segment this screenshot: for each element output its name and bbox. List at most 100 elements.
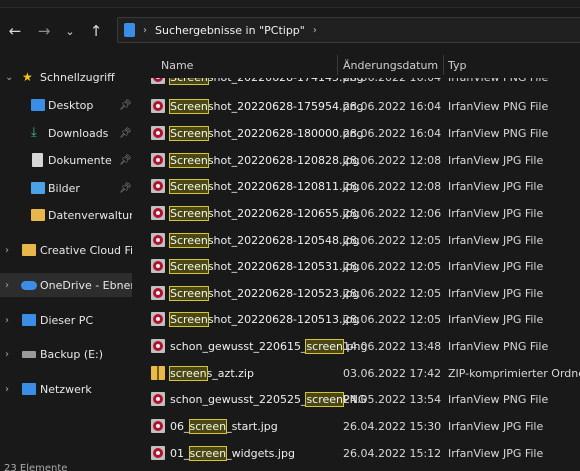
file-date: 28.06.2022 12:06 [343, 206, 442, 220]
file-type: IrfanView JPG File [448, 286, 544, 300]
image-file-icon [151, 206, 165, 220]
image-file-icon [151, 233, 165, 247]
file-name: Screenshot_20220628-120531.jpg [169, 258, 360, 274]
file-type: IrfanView PNG File [448, 339, 549, 353]
sidebar-item-label: Bilder [48, 181, 80, 195]
file-row[interactable]: schon_gewusst_220615_screen.png 14.06.202… [132, 333, 580, 359]
file-row[interactable]: Screenshot_20220628-120811.jpg 28.06.2022… [132, 173, 580, 199]
pin-icon[interactable]: 📌︎ [119, 128, 132, 139]
up-button[interactable]: ↑ [85, 20, 107, 42]
image-file-icon [151, 153, 165, 167]
file-name: Screenshot_20220628-120513.jpg [169, 311, 360, 327]
chevron-right-icon[interactable]: › [313, 25, 317, 36]
sidebar-item-network[interactable]: › Netzwerk [0, 377, 132, 401]
file-type: IrfanView JPG File [448, 312, 544, 326]
search-highlight: Screen [169, 152, 209, 168]
sidebar-item-documents[interactable]: Dokumente 📌︎ [0, 148, 132, 172]
folder-icon [31, 209, 45, 221]
document-icon [32, 153, 43, 167]
column-divider[interactable] [337, 55, 338, 75]
file-date: 28.06.2022 12:05 [343, 286, 442, 300]
file-date: 28.06.2022 12:08 [343, 153, 442, 167]
column-divider[interactable] [443, 55, 444, 75]
address-bar[interactable]: › Suchergebnisse in "PCtipp" › [117, 17, 580, 43]
column-type[interactable]: Typ [448, 52, 467, 78]
file-name: Screenshot_20220628-120811.jpg [169, 178, 360, 194]
file-row[interactable]: Screenshot_20220628-120513.jpg 28.06.2022… [132, 306, 580, 332]
sidebar-item-pictures[interactable]: Bilder 📌︎ [0, 176, 132, 200]
file-row[interactable]: schon_gewusst_220525_screenPNG 24.05.2022… [132, 386, 580, 412]
search-highlight: Screen [169, 125, 209, 141]
sidebar-item-backup-drive[interactable]: › Backup (E:) [0, 342, 132, 366]
file-name: Screenshot_20220628-120828.jpg [169, 152, 360, 168]
image-file-icon [151, 446, 165, 460]
arrow-left-icon: ← [8, 22, 22, 40]
file-date: 28.06.2022 12:05 [343, 259, 442, 273]
file-date: 28.06.2022 12:05 [343, 312, 442, 326]
file-type: IrfanView PNG File [448, 99, 549, 113]
sidebar-item-quick-access[interactable]: ⌄ ★ Schnellzugriff [0, 65, 132, 89]
search-highlight: screen [188, 445, 228, 461]
pc-icon [22, 314, 36, 326]
forward-button[interactable]: → [33, 20, 55, 42]
file-row[interactable]: Screenshot_20220628-120548.jpg 28.06.2022… [132, 227, 580, 253]
file-row[interactable]: Screenshot_20220628-180000.png 28.06.2022… [132, 120, 580, 146]
file-row[interactable]: Screenshot_20220628-120655.jpg 28.06.2022… [132, 200, 580, 226]
back-button[interactable]: ← [4, 20, 26, 42]
chevron-down-icon[interactable]: ⌄ [5, 72, 13, 83]
file-row[interactable]: screens_azt.zip 03.06.2022 17:42 ZIP-kompr… [132, 360, 580, 386]
column-header: Name Änderungsdatum Typ [132, 52, 580, 78]
sidebar-item-creative-cloud[interactable]: › Creative Cloud Files [0, 238, 132, 262]
chevron-right-icon[interactable]: › [5, 280, 9, 291]
sidebar-item-label: Backup (E:) [40, 347, 104, 361]
pictures-icon [31, 182, 45, 194]
file-type: IrfanView PNG File [448, 392, 549, 406]
sidebar-item-label: Netzwerk [40, 382, 92, 396]
status-item-count: 23 Elemente [4, 463, 68, 471]
file-name: screens_azt.zip [169, 365, 254, 381]
file-type: IrfanView JPG File [448, 446, 544, 460]
pin-icon[interactable]: 📌︎ [119, 100, 132, 111]
column-name[interactable]: Name [161, 52, 193, 78]
drive-icon [22, 351, 36, 358]
file-row[interactable]: Screenshot_20220628-120523.jpg 28.06.2022… [132, 280, 580, 306]
file-row[interactable]: Screenshot_20220628-120828.jpg 28.06.2022… [132, 147, 580, 173]
sidebar-item-label: Dieser PC [40, 313, 94, 327]
sidebar-item-desktop[interactable]: Desktop 📌︎ [0, 93, 132, 117]
breadcrumb-search-results[interactable]: Suchergebnisse in "PCtipp" [155, 24, 305, 37]
sidebar-item-onedrive[interactable]: › OneDrive - Ebner M [0, 273, 132, 297]
search-highlight: screen [188, 418, 228, 434]
file-type: ZIP-komprimierter Ordner [448, 366, 580, 380]
search-highlight: Screen [169, 205, 209, 221]
zip-folder-icon [151, 366, 165, 380]
file-name: Screenshot_20220628-180000.png [169, 125, 364, 141]
file-name: schon_gewusst_220615_screen.png [170, 338, 368, 354]
chevron-right-icon[interactable]: › [5, 315, 9, 326]
sidebar-item-this-pc[interactable]: › Dieser PC [0, 308, 132, 332]
file-row[interactable]: Screenshot_20220628-175954.png 28.06.2022… [132, 93, 580, 119]
chevron-right-icon[interactable]: › [5, 245, 9, 256]
file-name: Screenshot_20220628-175954.png [169, 98, 364, 114]
file-row[interactable]: 06_screen_start.jpg 26.04.2022 15:30 Irfan… [132, 413, 580, 439]
sidebar-item-datenverwaltung[interactable]: Datenverwaltung a [0, 203, 132, 227]
file-date: 26.04.2022 15:30 [343, 419, 442, 433]
file-type: IrfanView JPG File [448, 259, 544, 273]
chevron-right-icon[interactable]: › [5, 384, 9, 395]
chevron-right-icon[interactable]: › [5, 349, 9, 360]
file-row[interactable]: 01_screen_widgets.jpg 26.04.2022 15:12 Irf… [132, 440, 580, 466]
recent-locations-button[interactable]: ⌄ [59, 20, 81, 42]
file-row[interactable]: Screenshot_20220628-120531.jpg 28.06.2022… [132, 253, 580, 279]
pin-icon[interactable]: 📌︎ [119, 155, 132, 166]
image-file-icon [151, 99, 165, 113]
image-file-icon [151, 259, 165, 273]
file-date: 28.06.2022 12:08 [343, 179, 442, 193]
folder-icon [124, 23, 135, 37]
file-type: IrfanView JPG File [448, 233, 544, 247]
search-highlight: Screen [169, 178, 209, 194]
creative-cloud-icon [22, 244, 36, 256]
column-date[interactable]: Änderungsdatum [343, 52, 438, 78]
search-highlight: Screen [169, 232, 209, 248]
star-icon: ★ [22, 70, 33, 84]
sidebar-item-downloads[interactable]: ⤓ Downloads 📌︎ [0, 121, 132, 145]
pin-icon[interactable]: 📌︎ [119, 183, 132, 194]
